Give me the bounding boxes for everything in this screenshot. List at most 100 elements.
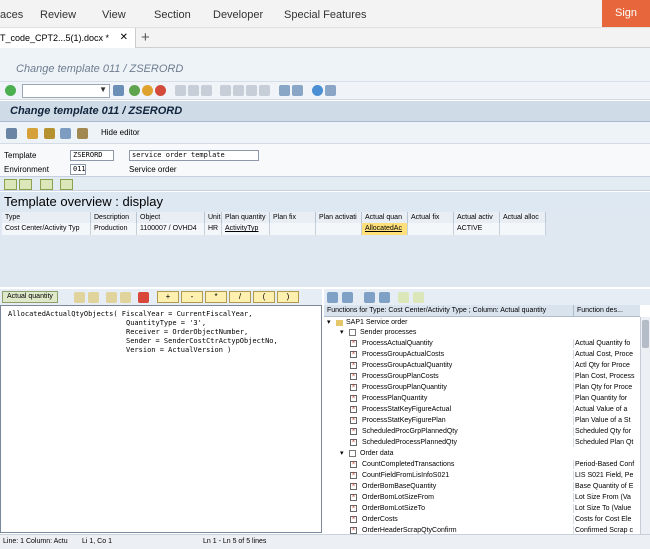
tree-item[interactable]: × ProcessStatKeyFigureActual Actual Value … [324, 405, 640, 414]
cell-object[interactable]: 1100007 / OVHD4 [137, 223, 205, 235]
other-template-icon[interactable] [27, 128, 38, 139]
column-header-unit[interactable]: Unit [205, 212, 222, 223]
search-next-icon[interactable] [379, 292, 390, 303]
column-header-object[interactable]: Object [137, 212, 205, 223]
command-field[interactable]: ▼ [22, 84, 110, 98]
back-icon[interactable] [129, 85, 140, 96]
tree-item[interactable]: × CountCompletedTransactions Period-Based … [324, 460, 640, 469]
hide-editor-button[interactable]: Hide editor [101, 128, 140, 137]
cell-plan-quantity[interactable]: ActivityTyp [222, 223, 270, 235]
cell-unit[interactable]: HR [205, 223, 222, 235]
document-tab[interactable]: T_code_CPT2...5(1).docx * ✕ [0, 28, 136, 48]
check-formula-icon[interactable] [74, 292, 85, 303]
tree-item[interactable]: × ScheduledProcessPlannedQty Scheduled Pla… [324, 438, 640, 447]
find-icon[interactable] [188, 85, 199, 96]
tree-item[interactable]: × ProcessGroupPlanCosts Plan Cost, Process [324, 372, 640, 381]
print-table-icon[interactable] [19, 179, 32, 190]
column-header-plan-activation[interactable]: Plan activati [316, 212, 362, 223]
multiply-operator-button[interactable]: * [205, 291, 227, 303]
tree-details-icon[interactable] [398, 292, 409, 303]
tree-item[interactable]: × ProcessGroupActualQuantity Actl Qty for … [324, 361, 640, 370]
cancel-formula-icon[interactable] [138, 292, 149, 303]
cell-actual-activation[interactable]: ACTIVE [454, 223, 500, 235]
tree-scrollbar[interactable] [640, 317, 650, 534]
close-icon[interactable]: ✕ [120, 28, 128, 48]
print-icon[interactable] [175, 85, 186, 96]
tree-item[interactable]: × ScheduledProcGrpPlannedQty Scheduled Qty… [324, 427, 640, 436]
formula-editor[interactable]: AllocatedActualQtyObjects( FiscalYear = … [0, 305, 322, 533]
previous-page-icon[interactable] [233, 85, 244, 96]
open-paren-button[interactable]: ( [253, 291, 275, 303]
column-header-description[interactable]: Description [91, 212, 137, 223]
tree-item[interactable]: × OrderBomBaseQuantity Base Quantity of E [324, 482, 640, 491]
collapse-arrow-icon[interactable]: ▾ [340, 449, 344, 458]
zoom-icon[interactable] [60, 179, 73, 190]
check-icon[interactable] [44, 128, 55, 139]
layout-icon[interactable] [325, 85, 336, 96]
tree-root[interactable]: ▾ SAP1 Service order [324, 318, 640, 327]
display-change-icon[interactable] [6, 128, 17, 139]
table-settings-icon[interactable] [4, 179, 17, 190]
first-page-icon[interactable] [220, 85, 231, 96]
column-header-actual-allocation[interactable]: Actual alloc [500, 212, 546, 223]
hierarchy-icon[interactable] [77, 128, 88, 139]
save-icon[interactable] [113, 85, 124, 96]
tree-item[interactable]: × OrderBomLotSizeTo Lot Size To (Value [324, 504, 640, 513]
column-header-actual-fix[interactable]: Actual fix [408, 212, 454, 223]
cell-actual-allocation[interactable] [500, 223, 546, 235]
new-tab-icon[interactable]: + [141, 29, 150, 46]
settings-icon[interactable] [60, 128, 71, 139]
cell-actual-fix[interactable] [408, 223, 454, 235]
copy-icon[interactable] [120, 292, 131, 303]
expand-icon[interactable] [327, 292, 338, 303]
column-header-actual-activation[interactable]: Actual activ [454, 212, 500, 223]
details-icon[interactable] [40, 179, 53, 190]
tree-item[interactable]: × OrderBomLotSizeFrom Lot Size From (Va [324, 493, 640, 502]
ribbon-tab-special-features[interactable]: Special Features [284, 9, 367, 21]
next-page-icon[interactable] [246, 85, 257, 96]
ribbon-tab-view[interactable]: View [102, 9, 126, 21]
template-field[interactable]: ZSERORD [70, 150, 114, 161]
tree-zoom-icon[interactable] [413, 292, 424, 303]
minus-operator-button[interactable]: - [181, 291, 203, 303]
column-header-actual-quantity[interactable]: Actual quan [362, 212, 408, 223]
tree-section[interactable]: ▾ Order data [324, 449, 640, 458]
actual-quantity-button[interactable]: Actual quantity [2, 291, 58, 303]
template-description-field[interactable]: service order template [129, 150, 259, 161]
help-icon[interactable] [312, 85, 323, 96]
shortcut-icon[interactable] [292, 85, 303, 96]
column-header-plan-quantity[interactable]: Plan quantity [222, 212, 270, 223]
ribbon-tab-references[interactable]: aces [0, 9, 23, 21]
find-next-icon[interactable] [201, 85, 212, 96]
enter-icon[interactable] [5, 85, 16, 96]
tree-item[interactable]: × ProcessActualQuantity Actual Quantity fo [324, 339, 640, 348]
cell-plan-fix[interactable] [270, 223, 316, 235]
collapse-arrow-icon[interactable]: ▾ [340, 328, 344, 337]
tree-item[interactable]: × OrderCosts Costs for Cost Ele [324, 515, 640, 524]
search-icon[interactable] [364, 292, 375, 303]
tree-item[interactable]: × OrderHeaderScrapQtyConfirm Confirmed Scr… [324, 526, 640, 534]
environment-field[interactable]: 011 [70, 164, 86, 175]
function-description-column-header[interactable]: Function des... [577, 305, 623, 317]
tree-item[interactable]: × ProcessGroupPlanQuantity Plan Qty for Pr… [324, 383, 640, 392]
functions-column-header[interactable]: Functions for Type: Cost Center/Activity… [327, 305, 546, 317]
column-header-type[interactable]: Type [2, 212, 91, 223]
cell-type[interactable]: Cost Center/Activity Typ [2, 223, 91, 235]
insert-icon[interactable] [88, 292, 99, 303]
divide-operator-button[interactable]: / [229, 291, 251, 303]
ribbon-tab-section[interactable]: Section [154, 9, 191, 21]
collapse-arrow-icon[interactable]: ▾ [327, 318, 331, 327]
column-header-plan-fix[interactable]: Plan fix [270, 212, 316, 223]
close-paren-button[interactable]: ) [277, 291, 299, 303]
tree-section[interactable]: ▾ Sender processes [324, 328, 640, 337]
chevron-down-icon[interactable]: ▼ [99, 85, 107, 94]
cell-actual-quantity[interactable]: AllocatedAc [362, 223, 408, 235]
last-page-icon[interactable] [259, 85, 270, 96]
sign-in-button[interactable]: Sign [602, 0, 650, 27]
cell-description[interactable]: Production [91, 223, 137, 235]
tree-item[interactable]: × ProcessGroupActualCosts Actual Cost, Pro… [324, 350, 640, 359]
cell-plan-activation[interactable] [316, 223, 362, 235]
scrollbar-thumb[interactable] [642, 320, 649, 348]
tree-item[interactable]: × ProcessPlanQuantity Plan Quantity for [324, 394, 640, 403]
tree-item[interactable]: × CountFieldFromLisInfoS021 LIS S021 Field… [324, 471, 640, 480]
